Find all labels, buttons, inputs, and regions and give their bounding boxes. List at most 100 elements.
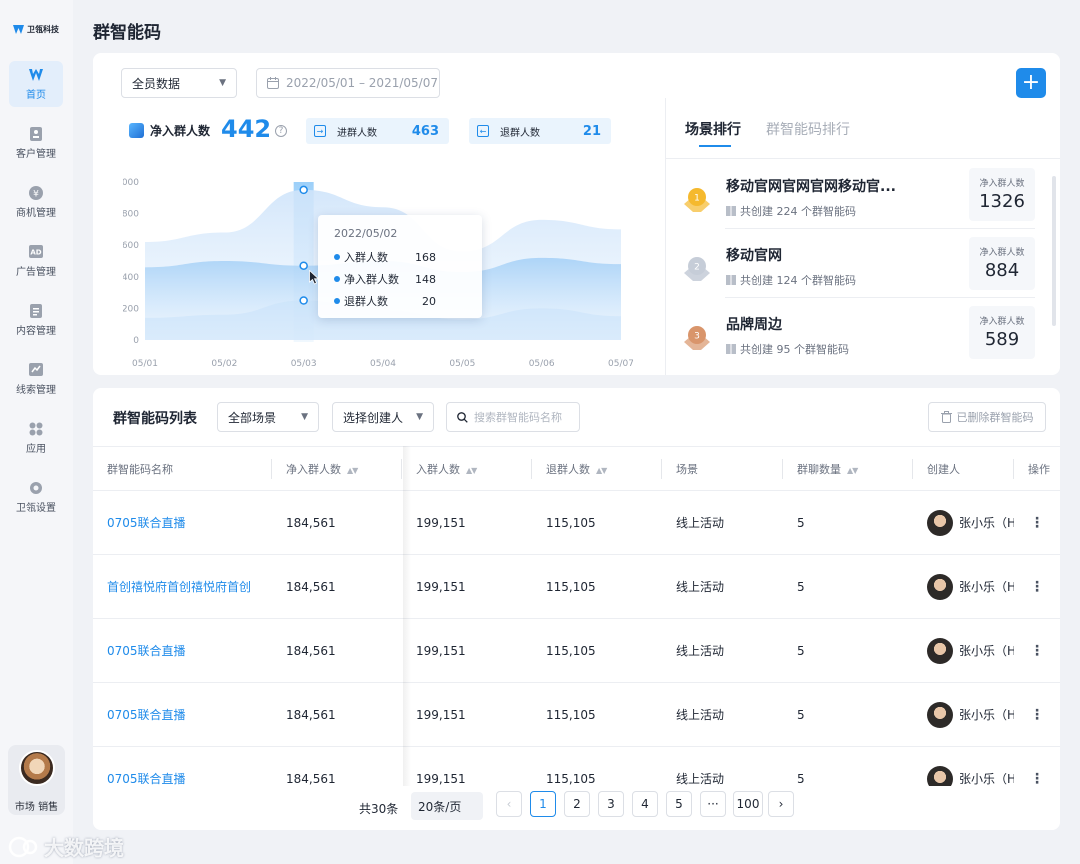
- help-icon[interactable]: ?: [275, 125, 287, 137]
- page-title: 群智能码: [93, 23, 161, 43]
- cell-groups: 5: [783, 554, 913, 619]
- stats-panel: 全员数据 ▼ 2022/05/01 – 2021/05/07 + 净入群人数 4…: [93, 53, 1060, 375]
- sidebar-item-customers[interactable]: 客户管理: [9, 120, 63, 166]
- sort-icon: ▲▼: [347, 465, 358, 475]
- gold-medal-icon: 1: [684, 188, 710, 212]
- brand-logo[interactable]: 卫瓴科技: [13, 24, 59, 35]
- ranking-item[interactable]: 1 移动官网官网官网移动官... 共创建 224 个群智能码 净入群人数 1326: [681, 168, 1041, 228]
- sidebar-item-ads[interactable]: AD 广告管理: [9, 238, 63, 284]
- code-name-link[interactable]: 0705联合直播: [93, 618, 272, 683]
- ranking-stat-value: 884: [984, 260, 1020, 281]
- page-button-1[interactable]: 1: [530, 791, 556, 817]
- search-icon: [457, 411, 468, 423]
- deleted-codes-button[interactable]: 已删除群智能码: [928, 402, 1046, 432]
- column-header-groups[interactable]: 群聊数量 ▲▼: [783, 446, 913, 491]
- ranking-item[interactable]: 3 品牌周边 共创建 95 个群智能码 净入群人数 589: [681, 306, 1041, 366]
- table-row: 0705联合直播 184,561 199,151 115,105 线上活动 5 …: [93, 618, 1060, 683]
- codes-table: 群智能码名称 净入群人数 ▲▼ 入群人数 ▲▼ 退群人数 ▲▼ 场景 群聊数量 ▲▼ 创…: [93, 446, 1060, 811]
- page-button-4[interactable]: 4: [632, 791, 658, 817]
- join-stat-label: 进群人数: [337, 127, 377, 139]
- sort-icon: ▲▼: [847, 465, 858, 475]
- code-name-link[interactable]: 0705联合直播: [93, 682, 272, 747]
- sidebar-item-content[interactable]: 内容管理: [9, 297, 63, 343]
- more-actions-button[interactable]: ⋮: [1014, 554, 1060, 619]
- scene-select-value: 全部场景: [228, 410, 277, 425]
- table-row: 0705联合直播 184,561 199,151 115,105 线上活动 5 …: [93, 490, 1060, 555]
- sidebar-item-apps[interactable]: 应用: [9, 415, 63, 461]
- sidebar-item-home[interactable]: 首页: [9, 61, 63, 107]
- user-card[interactable]: 市场 销售: [8, 745, 65, 815]
- page-ellipsis[interactable]: ···: [700, 791, 726, 817]
- search-placeholder: 搜索群智能码名称: [474, 411, 562, 424]
- tab-scene-ranking[interactable]: 场景排行: [685, 119, 741, 139]
- creator-name: 张小乐（Ha: [959, 772, 1014, 786]
- column-header-join[interactable]: 入群人数 ▲▼: [402, 446, 532, 491]
- net-joins-label: 净入群人数: [129, 122, 210, 139]
- cell-join: 199,151: [402, 554, 532, 619]
- medal-rank: 2: [694, 263, 700, 273]
- cell-join: 199,151: [402, 618, 532, 683]
- more-actions-button[interactable]: ⋮: [1014, 682, 1060, 747]
- ranking-item-name: 品牌周边: [726, 317, 782, 333]
- cell-net: 184,561: [272, 490, 402, 555]
- creator-name: 张小乐（Ha: [959, 580, 1014, 594]
- svg-text:AD: AD: [30, 249, 41, 257]
- tooltip-date: 2022/05/02: [334, 227, 398, 240]
- net-joins-value: 442: [221, 115, 272, 143]
- group-icon: [129, 123, 144, 138]
- page-button-5[interactable]: 5: [666, 791, 692, 817]
- scope-select[interactable]: 全员数据 ▼: [121, 68, 237, 98]
- sort-icon: ▲▼: [466, 465, 477, 475]
- sidebar-item-label: 客户管理: [16, 148, 56, 160]
- creator-select[interactable]: 选择创建人 ▼: [332, 402, 434, 432]
- list-panel: 群智能码列表 全部场景 ▼ 选择创建人 ▼ 搜索群智能码名称 已删除群智能码 群…: [93, 388, 1060, 830]
- tooltip-row-value: 20: [422, 294, 436, 308]
- creator-name: 张小乐（Ha: [959, 708, 1014, 722]
- user-role-label: 市场 销售: [14, 802, 59, 813]
- ranking-item[interactable]: 2 移动官网 共创建 124 个群智能码 净入群人数 884: [681, 237, 1041, 297]
- ranking-stat-value: 1326: [979, 191, 1025, 212]
- sidebar-item-leads[interactable]: 线索管理: [9, 356, 63, 402]
- cell-groups: 5: [783, 682, 913, 747]
- more-actions-button[interactable]: ⋮: [1014, 618, 1060, 683]
- join-stat: → 进群人数 463: [306, 118, 449, 144]
- join-icon: →: [314, 125, 326, 137]
- tab-code-ranking[interactable]: 群智能码排行: [766, 119, 850, 139]
- next-page-button[interactable]: ›: [768, 791, 794, 817]
- sidebar-item-opportunities[interactable]: ¥ 商机管理: [9, 179, 63, 225]
- sidebar-item-settings[interactable]: 卫瓴设置: [9, 474, 63, 520]
- chevron-down-icon: ▼: [219, 78, 226, 88]
- prev-page-button[interactable]: ‹: [496, 791, 522, 817]
- cell-scene: 线上活动: [662, 554, 783, 619]
- page-button-2[interactable]: 2: [564, 791, 590, 817]
- cell-join: 199,151: [402, 490, 532, 555]
- more-actions-button[interactable]: ⋮: [1014, 490, 1060, 555]
- cell-leave: 115,105: [532, 682, 662, 747]
- ranking-item-sub: 共创建 124 个群智能码: [726, 272, 856, 288]
- ranking-divider: [725, 297, 1035, 298]
- page-size-select[interactable]: 20条/页: [411, 792, 483, 820]
- column-header-leave[interactable]: 退群人数 ▲▼: [532, 446, 662, 491]
- customer-icon: [29, 126, 43, 141]
- lead-icon: [29, 363, 43, 377]
- ranking-stat-value: 589: [984, 329, 1020, 350]
- code-name-link[interactable]: 0705联合直播: [93, 490, 272, 555]
- cell-scene: 线上活动: [662, 682, 783, 747]
- ranking-scrollbar[interactable]: [1052, 176, 1056, 326]
- scene-select[interactable]: 全部场景 ▼: [217, 402, 319, 432]
- series-dot: [334, 298, 340, 304]
- search-input[interactable]: 搜索群智能码名称: [446, 402, 580, 432]
- date-range-picker[interactable]: 2022/05/01 – 2021/05/07: [256, 68, 440, 98]
- ranking-item-stat: 净入群人数 1326: [969, 168, 1035, 221]
- page-button-3[interactable]: 3: [598, 791, 624, 817]
- cell-creator: 张小乐（Ha: [913, 554, 1014, 619]
- calendar-icon: [267, 77, 279, 89]
- code-name-link[interactable]: 首创禧悦府首创禧悦府首创: [93, 554, 272, 619]
- cell-leave: 115,105: [532, 618, 662, 683]
- mouse-cursor-icon: [309, 270, 320, 285]
- x-tick-label: 05/07: [608, 359, 633, 369]
- page-button-100[interactable]: 100: [733, 791, 763, 817]
- column-header-net[interactable]: 净入群人数 ▲▼: [272, 446, 402, 491]
- add-button[interactable]: +: [1016, 68, 1046, 98]
- cell-groups: 5: [783, 490, 913, 555]
